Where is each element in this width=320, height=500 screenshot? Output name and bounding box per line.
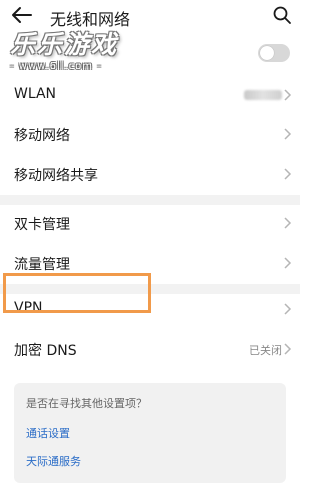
toggle-knob <box>260 46 274 60</box>
suggestions-title: 是否在寻找其他设置项？ <box>26 397 147 410</box>
back-arrow-icon[interactable] <box>10 5 34 25</box>
row-wlan[interactable]: WLAN <box>0 75 300 115</box>
row-label-data-usage: 流量管理 <box>14 257 70 273</box>
chevron-right-icon <box>284 89 292 101</box>
row-dual-sim[interactable]: 双卡管理 <box>0 203 300 243</box>
row-label-dual-sim: 双卡管理 <box>14 217 70 233</box>
row-label-mobile-network: 移动网络 <box>14 128 70 144</box>
chevron-right-icon <box>284 128 292 140</box>
row-mobile-network[interactable]: 移动网络 <box>0 114 300 154</box>
private-dns-status: 已关闭 <box>249 344 282 357</box>
row-label-private-dns: 加密 DNS <box>14 343 77 359</box>
chevron-right-icon <box>284 303 292 315</box>
search-icon[interactable] <box>272 5 292 25</box>
row-vpn[interactable]: VPN <box>0 289 300 329</box>
row-private-dns[interactable]: 加密 DNS 已关闭 <box>0 329 300 369</box>
row-mobile-hotspot[interactable]: 移动网络共享 <box>0 154 300 194</box>
chevron-right-icon <box>284 343 292 355</box>
row-label-vpn: VPN <box>14 300 43 316</box>
row-label-mobile-hotspot: 移动网络共享 <box>14 168 98 184</box>
page-title: 无线和网络 <box>50 10 131 29</box>
airplane-mode-toggle[interactable] <box>258 44 290 62</box>
row-data-usage[interactable]: 流量管理 <box>0 243 300 283</box>
top-bar: 无线和网络 <box>0 0 300 32</box>
wlan-value-redacted <box>244 90 282 100</box>
chevron-right-icon <box>284 257 292 269</box>
link-skytone-service[interactable]: 天际通服务 <box>26 453 81 469</box>
row-label-wlan: WLAN <box>14 86 57 102</box>
chevron-right-icon <box>284 168 292 180</box>
suggestions-card: 是否在寻找其他设置项？ 通话设置 天际通服务 <box>14 383 286 483</box>
watermark-url: - www.6ll.com - <box>10 61 102 72</box>
watermark: 乐乐游戏 - www.6ll.com - <box>10 30 118 72</box>
watermark-brand: 乐乐游戏 <box>10 30 119 59</box>
chevron-right-icon <box>284 217 292 229</box>
link-call-settings[interactable]: 通话设置 <box>26 425 70 441</box>
